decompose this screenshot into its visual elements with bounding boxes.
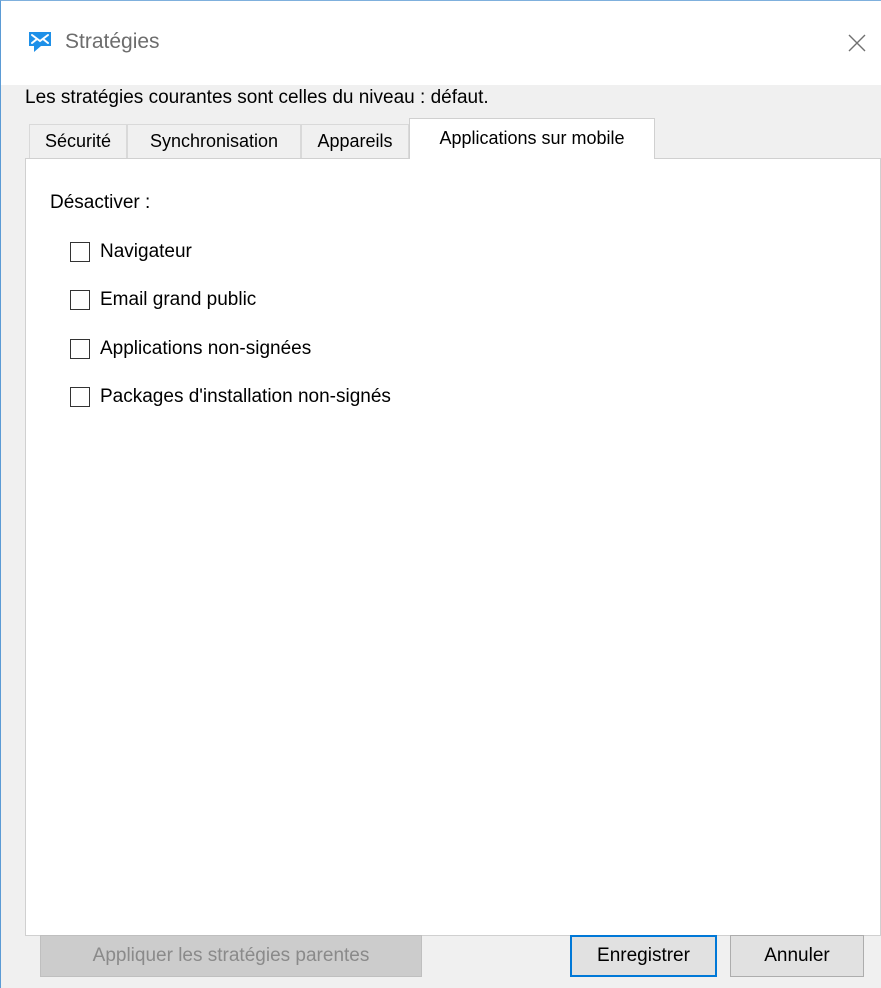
- option-label: Packages d'installation non-signés: [100, 386, 391, 407]
- tab-label: Sécurité: [44, 131, 112, 151]
- navigateur-checkbox[interactable]: [70, 242, 90, 262]
- option-label: Email grand public: [100, 289, 257, 310]
- option-applications-non-signees[interactable]: Applications non-signées: [70, 336, 311, 362]
- packages-non-signes-checkbox[interactable]: [70, 387, 90, 407]
- chat-bubble-icon: [29, 32, 51, 52]
- policies-dialog: Stratégies Les stratégies courantes sont…: [0, 0, 881, 988]
- option-label: Applications non-signées: [100, 338, 312, 359]
- email-grand-public-checkbox[interactable]: [70, 290, 90, 310]
- close-icon: [848, 34, 866, 52]
- apply-parent-policies-button[interactable]: Appliquer les stratégies parentes: [40, 935, 422, 977]
- tab-label: Applications sur mobile: [439, 128, 625, 148]
- tab-applications-mobile[interactable]: Applications sur mobile: [409, 118, 655, 159]
- option-email-grand-public[interactable]: Email grand public: [70, 287, 256, 313]
- close-button[interactable]: [837, 23, 877, 63]
- option-navigateur[interactable]: Navigateur: [70, 239, 192, 265]
- tab-appareils[interactable]: Appareils: [301, 124, 409, 158]
- tab-synchronisation[interactable]: Synchronisation: [127, 124, 301, 158]
- tab-securite[interactable]: Sécurité: [29, 124, 127, 158]
- disable-group-label: Désactiver :: [50, 192, 151, 213]
- applications-non-signees-checkbox[interactable]: [70, 339, 90, 359]
- option-label: Navigateur: [100, 241, 192, 262]
- tab-panel: Désactiver : Navigateur Email grand publ…: [25, 158, 881, 936]
- cancel-button[interactable]: Annuler: [730, 935, 864, 977]
- save-button[interactable]: Enregistrer: [570, 935, 717, 977]
- title-bar: Stratégies: [1, 1, 881, 85]
- window-title: Stratégies: [65, 30, 160, 53]
- tab-label: Appareils: [317, 131, 393, 151]
- current-level-text: Les stratégies courantes sont celles du …: [25, 87, 489, 108]
- option-packages-non-signes[interactable]: Packages d'installation non-signés: [70, 384, 391, 410]
- tab-label: Synchronisation: [149, 131, 279, 151]
